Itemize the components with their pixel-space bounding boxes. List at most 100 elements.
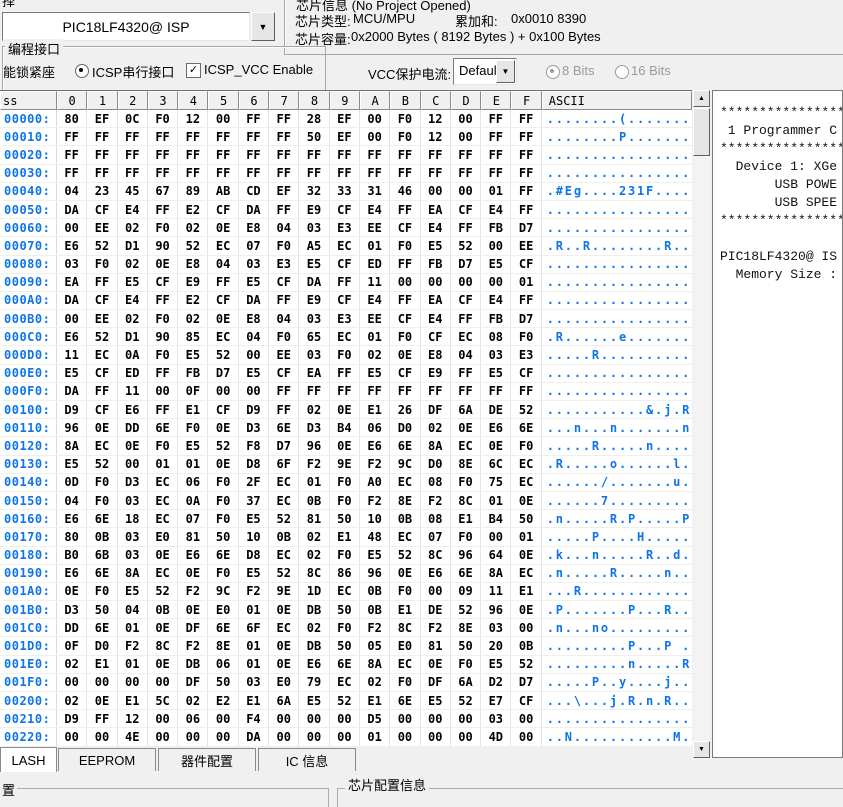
hex-byte-cell[interactable]: 03 — [118, 528, 148, 545]
tab-flash[interactable]: LASH — [0, 747, 57, 772]
hex-byte-cell[interactable]: 79 — [299, 674, 329, 691]
ascii-cell[interactable]: ...........&.j.R — [542, 401, 692, 418]
hex-byte-cell[interactable]: FB — [178, 365, 208, 382]
hex-byte-cell[interactable]: E5 — [421, 692, 451, 709]
hex-byte-cell[interactable]: E8 — [239, 219, 269, 236]
hex-byte-cell[interactable]: E4 — [481, 201, 511, 218]
hex-byte-cell[interactable]: 02 — [118, 219, 148, 236]
hex-byte-cell[interactable]: 00 — [511, 728, 541, 745]
hex-byte-cell[interactable]: DA — [239, 728, 269, 745]
hex-byte-cell[interactable]: 03 — [299, 310, 329, 327]
hex-byte-cell[interactable]: 52 — [330, 692, 360, 709]
hex-byte-cell[interactable]: FB — [481, 310, 511, 327]
hex-byte-cell[interactable]: 52 — [208, 437, 238, 454]
hex-byte-cell[interactable]: 52 — [269, 565, 299, 582]
hex-byte-cell[interactable]: 0E — [330, 437, 360, 454]
hex-byte-cell[interactable]: FF — [208, 146, 238, 163]
hex-byte-cell[interactable]: F0 — [390, 128, 420, 145]
hex-byte-cell[interactable]: FF — [330, 165, 360, 182]
hex-byte-cell[interactable]: E1 — [330, 528, 360, 545]
hex-byte-cell[interactable]: EF — [87, 110, 117, 127]
hex-byte-cell[interactable]: EC — [390, 528, 420, 545]
ascii-cell[interactable]: ....../.......u. — [542, 474, 692, 491]
hex-byte-cell[interactable]: FF — [511, 146, 541, 163]
hex-byte-cell[interactable]: E1 — [239, 692, 269, 709]
hex-byte-cell[interactable]: 04 — [239, 328, 269, 345]
hex-byte-cell[interactable]: E5 — [299, 692, 329, 709]
hex-byte-cell[interactable]: E5 — [57, 365, 87, 382]
hex-byte-cell[interactable]: EF — [269, 183, 299, 200]
hex-byte-cell[interactable]: 06 — [178, 710, 208, 727]
hex-byte-cell[interactable]: CF — [208, 292, 238, 309]
hex-byte-cell[interactable]: 00 — [451, 274, 481, 291]
hex-byte-cell[interactable]: E0 — [208, 601, 238, 618]
hex-byte-cell[interactable]: 0E — [330, 401, 360, 418]
hex-byte-cell[interactable]: 07 — [239, 237, 269, 254]
ascii-cell[interactable]: ........P....... — [542, 128, 692, 145]
ascii-cell[interactable]: .n...no......... — [542, 619, 692, 636]
ascii-cell[interactable]: ........(....... — [542, 110, 692, 127]
device-select-dropdown-button[interactable]: ▼ — [251, 12, 275, 41]
hex-byte-cell[interactable]: EC — [330, 328, 360, 345]
hex-byte-cell[interactable]: FF — [148, 201, 178, 218]
hex-byte-cell[interactable]: E6 — [299, 656, 329, 673]
hex-byte-cell[interactable]: 0E — [148, 547, 178, 564]
hex-byte-cell[interactable]: 01 — [239, 637, 269, 654]
hex-byte-cell[interactable]: D3 — [57, 601, 87, 618]
hex-byte-cell[interactable]: 64 — [481, 547, 511, 564]
hex-byte-cell[interactable]: 9E — [269, 583, 299, 600]
hex-byte-cell[interactable]: E9 — [421, 365, 451, 382]
hex-byte-cell[interactable]: 81 — [421, 637, 451, 654]
hex-byte-cell[interactable]: 6E — [208, 619, 238, 636]
hex-byte-cell[interactable]: 03 — [239, 256, 269, 273]
hex-byte-cell[interactable]: FF — [390, 165, 420, 182]
hex-byte-cell[interactable]: 6E — [390, 437, 420, 454]
hex-byte-cell[interactable]: EC — [148, 492, 178, 509]
hex-byte-cell[interactable]: FF — [239, 110, 269, 127]
hex-byte-cell[interactable]: FF — [390, 201, 420, 218]
hex-byte-cell[interactable]: FF — [118, 128, 148, 145]
hex-byte-cell[interactable]: 52 — [87, 456, 117, 473]
hex-byte-cell[interactable]: FF — [481, 383, 511, 400]
hex-byte-cell[interactable]: 8E — [451, 619, 481, 636]
hex-byte-cell[interactable]: DB — [178, 656, 208, 673]
hex-byte-cell[interactable]: 02 — [421, 419, 451, 436]
hex-byte-cell[interactable]: 80 — [57, 110, 87, 127]
hex-byte-cell[interactable]: 00 — [87, 728, 117, 745]
hex-byte-cell[interactable]: FF — [390, 292, 420, 309]
ascii-cell[interactable]: .R..R........R.. — [542, 237, 692, 254]
hex-byte-cell[interactable]: EC — [148, 510, 178, 527]
hex-byte-cell[interactable]: 00 — [481, 237, 511, 254]
hex-byte-cell[interactable]: 8E — [208, 637, 238, 654]
hex-byte-cell[interactable]: 01 — [239, 601, 269, 618]
hex-byte-cell[interactable]: 00 — [481, 528, 511, 545]
hex-byte-cell[interactable]: 0E — [118, 437, 148, 454]
hex-byte-cell[interactable]: FF — [148, 401, 178, 418]
hex-byte-cell[interactable]: 02 — [299, 619, 329, 636]
hex-byte-cell[interactable]: F0 — [87, 583, 117, 600]
hex-byte-cell[interactable]: F0 — [269, 237, 299, 254]
hex-byte-cell[interactable]: 23 — [87, 183, 117, 200]
hex-byte-cell[interactable]: 00 — [421, 274, 451, 291]
hex-byte-cell[interactable]: 03 — [481, 346, 511, 363]
hex-byte-cell[interactable]: 52 — [148, 583, 178, 600]
hex-byte-cell[interactable]: 02 — [57, 656, 87, 673]
hex-byte-cell[interactable]: EC — [208, 328, 238, 345]
hex-byte-cell[interactable]: FF — [421, 165, 451, 182]
hex-byte-cell[interactable]: 8C — [299, 565, 329, 582]
ascii-cell[interactable]: ......7......... — [542, 492, 692, 509]
hex-byte-cell[interactable]: FF — [269, 401, 299, 418]
hex-byte-cell[interactable]: 00 — [57, 310, 87, 327]
hex-byte-cell[interactable]: 01 — [178, 456, 208, 473]
hex-byte-cell[interactable]: FF — [239, 165, 269, 182]
hex-byte-cell[interactable]: D8 — [239, 456, 269, 473]
hex-byte-cell[interactable]: F0 — [269, 328, 299, 345]
hex-byte-cell[interactable]: 50 — [208, 528, 238, 545]
hex-byte-cell[interactable]: 0D — [57, 474, 87, 491]
hex-byte-cell[interactable]: 0A — [118, 346, 148, 363]
hex-byte-cell[interactable]: A5 — [299, 237, 329, 254]
hex-byte-cell[interactable]: D7 — [511, 674, 541, 691]
hex-byte-cell[interactable]: 00 — [330, 728, 360, 745]
hex-byte-cell[interactable]: 52 — [269, 510, 299, 527]
hex-byte-cell[interactable]: FF — [208, 128, 238, 145]
